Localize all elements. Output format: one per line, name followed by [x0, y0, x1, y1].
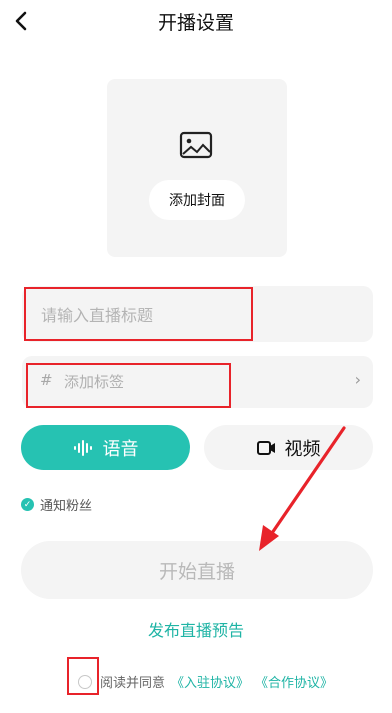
start-live-button[interactable]: 开始直播 [21, 541, 373, 599]
annotation-box-tag [26, 363, 231, 408]
notify-fans-toggle[interactable]: ✓ 通知粉丝 [21, 495, 92, 514]
header-bar: 开播设置 [0, 0, 392, 44]
agreement-row: 阅读并同意 《入驻协议》 《合作协议》 [78, 672, 333, 691]
chevron-right-icon: › [354, 370, 361, 389]
soundwave-icon [73, 439, 92, 456]
image-icon [179, 131, 213, 159]
check-icon: ✓ [21, 498, 34, 511]
voice-mode-label: 语音 [102, 438, 139, 460]
publish-preview-link[interactable]: 发布直播预告 [0, 617, 392, 641]
annotation-box-title [24, 287, 253, 341]
video-mode-button[interactable]: 视频 [204, 425, 373, 470]
entry-agreement-link[interactable]: 《入驻协议》 [171, 672, 249, 691]
agreement-prefix: 阅读并同意 [100, 676, 166, 691]
voice-mode-button[interactable]: 语音 [21, 425, 190, 470]
video-mode-label: 视频 [284, 438, 321, 460]
cooperation-agreement-link[interactable]: 《合作协议》 [255, 672, 333, 691]
add-cover-button[interactable]: 添加封面 [149, 180, 245, 220]
notify-fans-label: 通知粉丝 [40, 499, 93, 514]
cover-upload-area[interactable]: 添加封面 [107, 79, 287, 257]
page-title: 开播设置 [157, 12, 234, 34]
annotation-box-checkbox [67, 657, 99, 695]
video-camera-icon [256, 440, 275, 455]
